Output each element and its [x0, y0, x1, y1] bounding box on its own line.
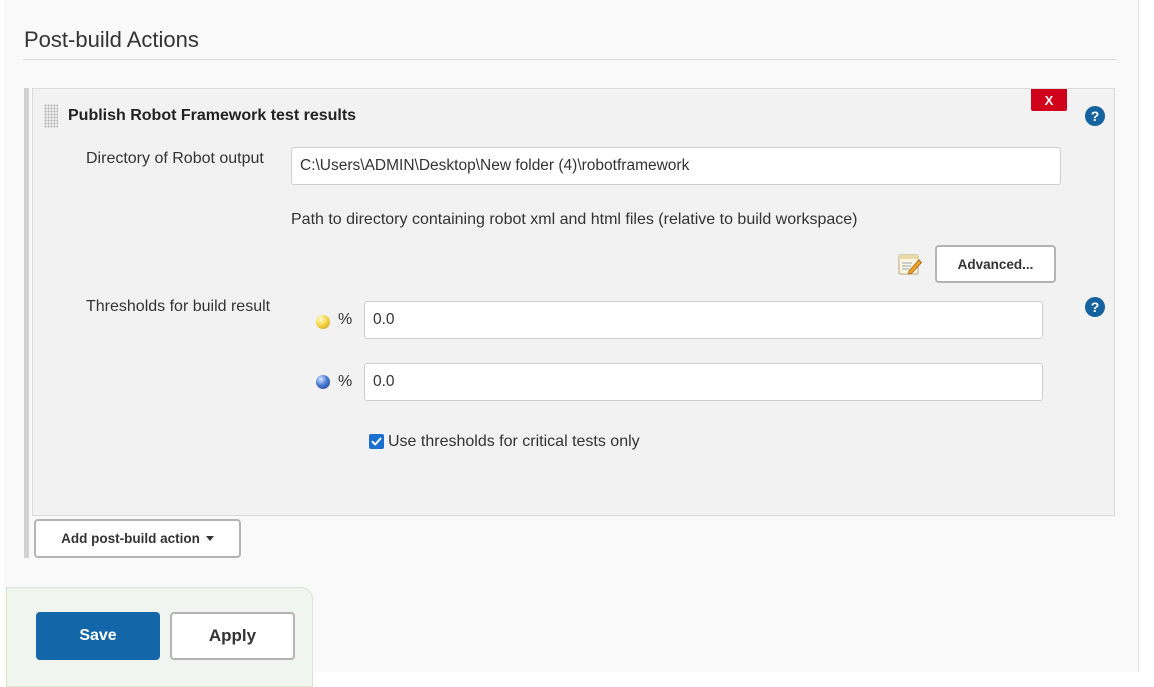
- thresholds-help-icon[interactable]: ?: [1085, 297, 1105, 317]
- critical-only-checkbox[interactable]: [369, 434, 384, 449]
- add-post-build-action-button[interactable]: Add post-build action: [34, 519, 241, 558]
- unstable-threshold-input[interactable]: 0.0: [364, 301, 1043, 339]
- unstable-percent-label: %: [338, 311, 353, 328]
- thresholds-label: Thresholds for build result: [86, 298, 271, 315]
- section-rail: [24, 88, 29, 558]
- directory-input[interactable]: C:\Users\ADMIN\Desktop\New folder (4)\ro…: [291, 147, 1061, 185]
- pass-percent-label: %: [338, 373, 353, 390]
- drag-handle-icon[interactable]: [44, 104, 58, 128]
- directory-label: Directory of Robot output: [86, 150, 264, 167]
- directory-help-text: Path to directory containing robot xml a…: [291, 211, 858, 228]
- delete-step-button[interactable]: X: [1031, 89, 1067, 111]
- caret-down-icon: [205, 536, 214, 541]
- apply-button[interactable]: Apply: [170, 612, 295, 660]
- advanced-button[interactable]: Advanced...: [935, 245, 1056, 283]
- critical-only-label[interactable]: Use thresholds for critical tests only: [388, 433, 640, 451]
- save-button[interactable]: Save: [36, 612, 160, 660]
- add-post-build-action-label: Add post-build action: [61, 531, 200, 546]
- blue-ball-icon: [316, 375, 330, 389]
- notepad-edit-icon: [898, 254, 923, 275]
- section-divider: [23, 59, 1117, 60]
- section-title: Post-build Actions: [24, 27, 199, 52]
- help-icon[interactable]: ?: [1085, 106, 1105, 126]
- pass-threshold-input[interactable]: 0.0: [364, 363, 1043, 401]
- yellow-ball-icon: [316, 315, 330, 329]
- panel-title: Publish Robot Framework test results: [68, 107, 357, 124]
- checkmark-icon: [371, 437, 382, 446]
